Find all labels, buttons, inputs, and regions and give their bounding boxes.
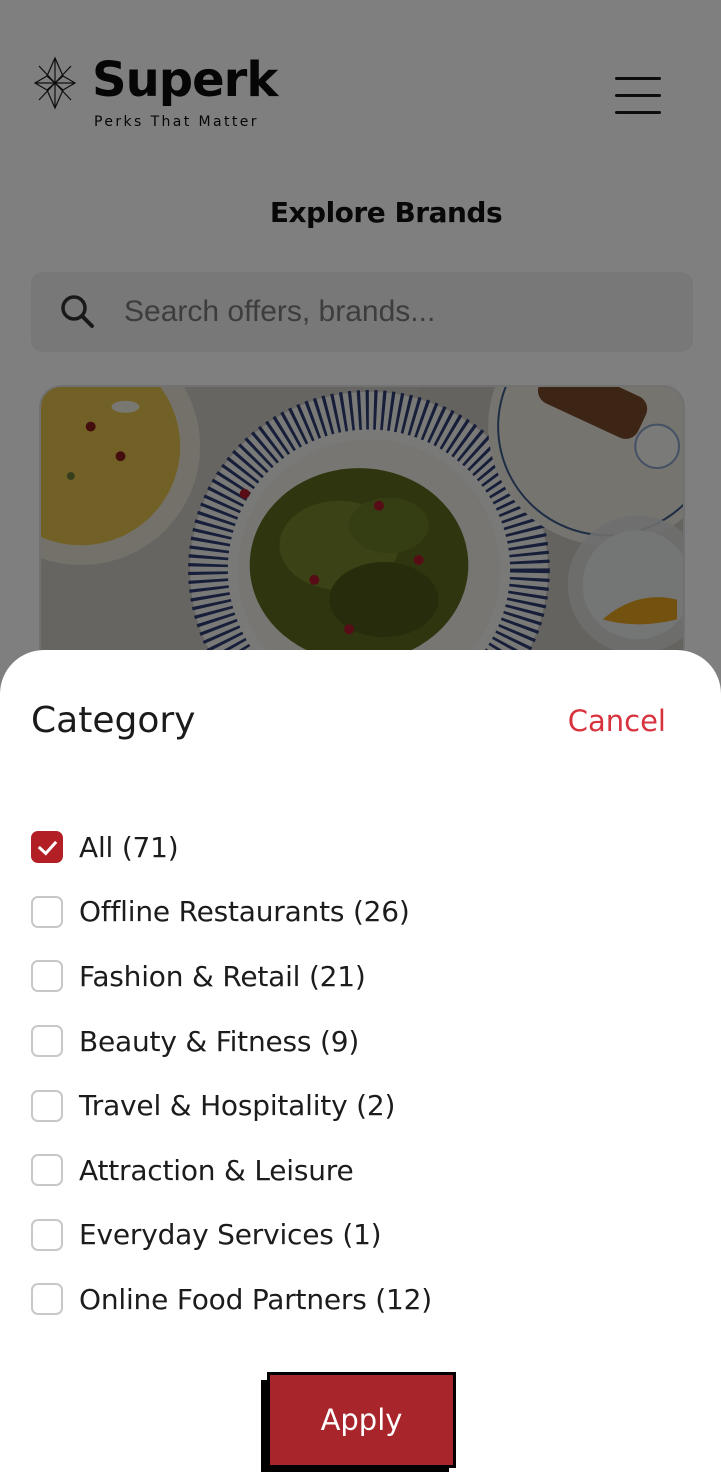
apply-button[interactable]: Apply (267, 1372, 456, 1468)
category-option-label: Offline Restaurants (26) (79, 895, 410, 929)
checkbox[interactable] (31, 895, 63, 928)
checkbox[interactable] (31, 1154, 63, 1187)
category-option-beauty-fitness[interactable]: Beauty & Fitness (9) (31, 1009, 432, 1074)
cancel-button[interactable]: Cancel (568, 704, 666, 738)
category-options-list: All (71) Offline Restaurants (26) Fashio… (31, 815, 432, 1332)
category-option-label: Fashion & Retail (21) (79, 959, 366, 993)
category-filter-sheet: Category Cancel All (71) Offline Restaur… (0, 650, 721, 1479)
checkbox[interactable] (31, 1218, 63, 1251)
category-option-travel-hospitality[interactable]: Travel & Hospitality (2) (31, 1073, 432, 1138)
category-option-online-food-partners[interactable]: Online Food Partners (12) (31, 1267, 432, 1332)
category-option-label: Online Food Partners (12) (79, 1282, 432, 1316)
category-option-fashion-retail[interactable]: Fashion & Retail (21) (31, 944, 432, 1009)
checkbox[interactable] (31, 960, 63, 993)
checkbox[interactable] (31, 1089, 63, 1122)
category-option-label: All (71) (79, 830, 179, 864)
category-option-all[interactable]: All (71) (31, 815, 432, 880)
checkbox-checked[interactable] (31, 831, 63, 864)
category-option-label: Travel & Hospitality (2) (79, 1089, 396, 1123)
category-option-everyday-services[interactable]: Everyday Services (1) (31, 1203, 432, 1268)
category-option-offline-restaurants[interactable]: Offline Restaurants (26) (31, 880, 432, 945)
checkbox[interactable] (31, 1283, 63, 1316)
category-option-label: Attraction & Leisure (79, 1153, 354, 1187)
sheet-title: Category (31, 700, 196, 741)
category-option-attraction-leisure[interactable]: Attraction & Leisure (31, 1138, 432, 1203)
checkbox[interactable] (31, 1025, 63, 1058)
category-option-label: Everyday Services (1) (79, 1218, 382, 1252)
category-option-label: Beauty & Fitness (9) (79, 1024, 360, 1058)
